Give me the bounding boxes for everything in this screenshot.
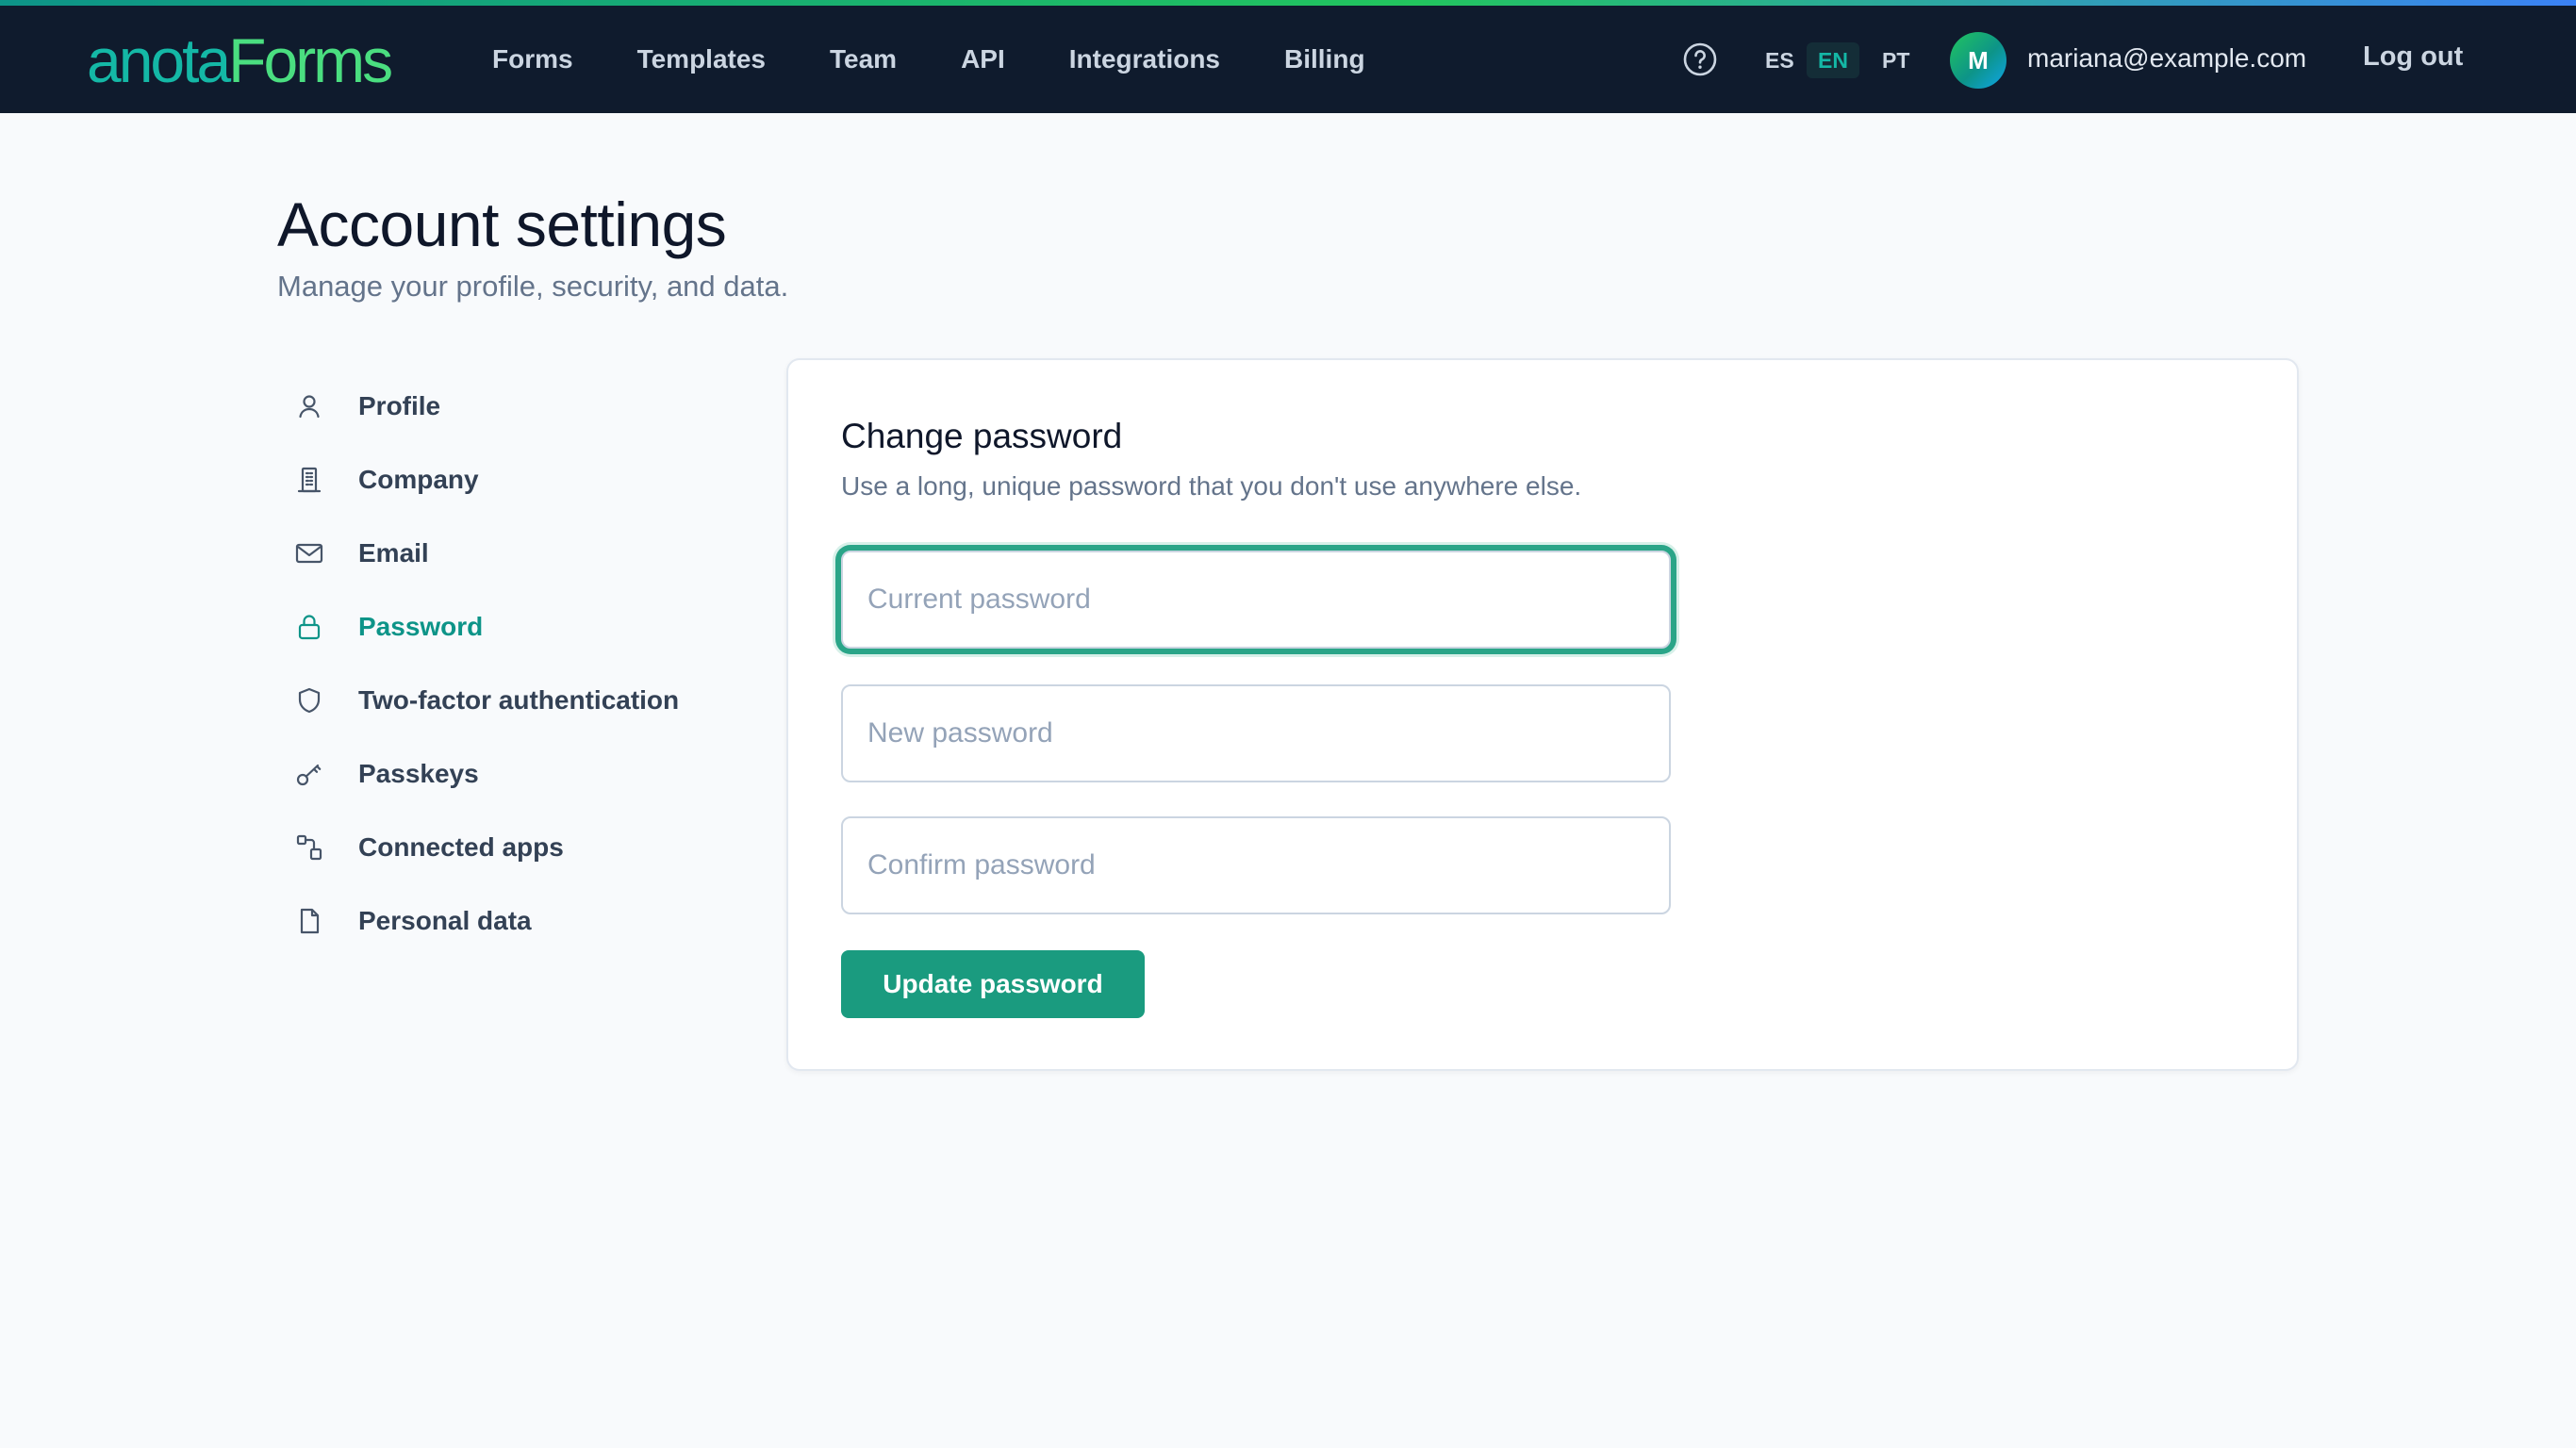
top-navigation-bar: anotaForms Forms Templates Team API Inte… — [0, 6, 2576, 113]
nav-item-forms[interactable]: Forms — [492, 44, 573, 74]
sidebar-item-email[interactable]: Email — [294, 517, 747, 590]
current-password-input[interactable] — [841, 551, 1671, 649]
brand-logo[interactable]: anotaForms — [87, 23, 393, 98]
sidebar-item-label: Personal data — [358, 906, 532, 935]
key-icon — [294, 759, 336, 789]
sidebar-item-company[interactable]: Company — [294, 443, 747, 517]
nav-item-billing[interactable]: Billing — [1284, 44, 1365, 74]
help-circle-icon[interactable] — [1681, 41, 1719, 78]
page-subtitle: Manage your profile, security, and data. — [277, 270, 789, 303]
language-en[interactable]: EN — [1807, 42, 1859, 78]
sidebar-item-two-factor[interactable]: Two-factor authentication — [294, 664, 747, 737]
sidebar-item-password[interactable]: Password — [294, 590, 747, 664]
user-icon — [294, 391, 336, 421]
building-icon — [294, 465, 336, 495]
sidebar-item-profile[interactable]: Profile — [294, 370, 747, 443]
shield-icon — [294, 685, 336, 716]
avatar[interactable]: M — [1950, 32, 2006, 89]
sidebar-item-label: Connected apps — [358, 832, 564, 862]
new-password-input[interactable] — [841, 684, 1671, 782]
brand-logo-part1: anota — [87, 25, 231, 95]
connected-apps-icon — [294, 832, 336, 863]
nav-item-templates[interactable]: Templates — [637, 44, 766, 74]
language-es[interactable]: ES — [1754, 42, 1806, 78]
sidebar-item-connected-apps[interactable]: Connected apps — [294, 811, 747, 884]
user-email[interactable]: mariana@example.com — [2027, 43, 2306, 74]
sidebar-item-personal-data[interactable]: Personal data — [294, 884, 747, 958]
logout-button[interactable]: Log out — [2363, 41, 2463, 73]
mail-icon — [294, 538, 336, 568]
sidebar-item-label: Email — [358, 538, 429, 568]
document-icon — [294, 906, 336, 936]
main-nav: Forms Templates Team API Integrations Bi… — [492, 6, 1365, 113]
sidebar-item-label: Company — [358, 465, 479, 494]
sidebar-item-label: Password — [358, 612, 484, 641]
confirm-password-input[interactable] — [841, 816, 1671, 914]
update-password-button[interactable]: Update password — [841, 950, 1145, 1018]
nav-item-team[interactable]: Team — [830, 44, 897, 74]
nav-item-integrations[interactable]: Integrations — [1069, 44, 1220, 74]
card-description: Use a long, unique password that you don… — [841, 471, 1582, 501]
sidebar-item-label: Passkeys — [358, 759, 479, 788]
sidebar-item-label: Two-factor authentication — [358, 685, 680, 715]
lock-icon — [294, 612, 336, 642]
sidebar-item-passkeys[interactable]: Passkeys — [294, 737, 747, 811]
language-pt[interactable]: PT — [1871, 42, 1921, 78]
nav-item-api[interactable]: API — [961, 44, 1005, 74]
change-password-card: Change password Use a long, unique passw… — [786, 358, 2299, 1071]
card-title: Change password — [841, 417, 1123, 455]
brand-logo-part2: Forms — [228, 25, 393, 95]
settings-sidebar: Profile Company Email Password Two-facto… — [294, 370, 747, 958]
page-title: Account settings — [277, 189, 727, 259]
sidebar-item-label: Profile — [358, 391, 441, 420]
